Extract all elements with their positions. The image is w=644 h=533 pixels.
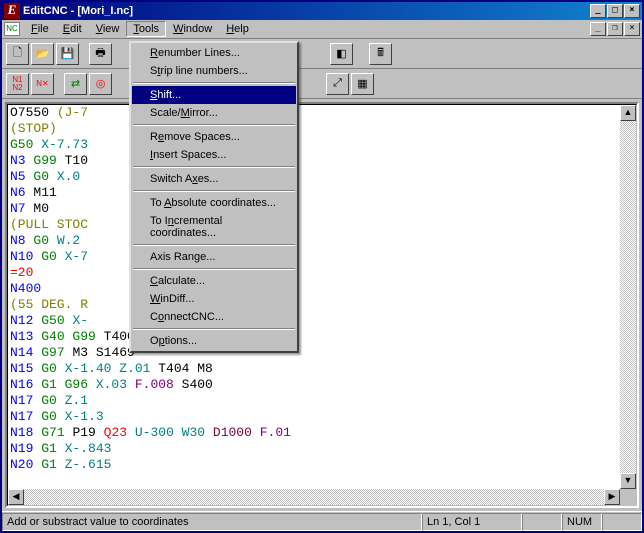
statusbar: Add or substract value to coordinates Ln…: [2, 511, 642, 531]
menu-connectcnc[interactable]: ConnectCNC...ConnectCNC...: [132, 308, 296, 326]
app-icon: E: [4, 3, 20, 19]
menu-axis-range[interactable]: Axis Range...Axis Range...: [132, 248, 296, 266]
editor-area: O7550 (J-7(STOP)G50 X-7.73N3 G99 T10N5 G…: [2, 99, 642, 511]
print-button[interactable]: 🖶: [89, 43, 112, 65]
menu-view[interactable]: ViewView: [89, 21, 127, 37]
scroll-left-button[interactable]: ◀: [8, 489, 24, 505]
strip-button[interactable]: N✕: [31, 73, 54, 95]
menu-remove-spaces[interactable]: Remove Spaces...Remove Spaces...: [132, 128, 296, 146]
window-title: EditCNC - [Mori_I.nc]: [23, 5, 133, 17]
status-hint: Add or substract value to coordinates: [2, 513, 422, 531]
scroll-track-h[interactable]: [24, 489, 604, 505]
menu-window[interactable]: WindowWindow: [166, 21, 219, 37]
maximize-button[interactable]: □: [607, 4, 623, 18]
status-position: Ln 1, Col 1: [422, 513, 522, 531]
code-editor[interactable]: O7550 (J-7(STOP)G50 X-7.73N3 G99 T10N5 G…: [8, 105, 636, 473]
menu-file[interactable]: FFileile: [24, 21, 56, 37]
tools-dropdown: Renumber Lines...Renumber Lines... Strip…: [129, 41, 299, 353]
scroll-down-button[interactable]: ▼: [620, 473, 636, 489]
horizontal-scrollbar[interactable]: ◀ ▶: [8, 489, 620, 505]
menubar: NC FFileile EditEdit ViewView ToolsTools…: [2, 20, 642, 39]
mdi-doc-icon[interactable]: NC: [4, 22, 20, 36]
mdi-restore-button[interactable]: ❐: [607, 22, 623, 36]
vertical-scrollbar[interactable]: ▲ ▼: [620, 105, 636, 489]
menu-strip-line-numbers[interactable]: Strip line numbers...Strip line numbers.…: [132, 62, 296, 80]
menu-switch-axes[interactable]: Switch Axes...Switch Axes...: [132, 170, 296, 188]
menu-separator: [133, 244, 295, 246]
status-spare1: [522, 513, 562, 531]
close-button[interactable]: ×: [624, 4, 640, 18]
status-num: NUM: [562, 513, 602, 531]
new-button[interactable]: 🗋: [6, 43, 29, 65]
menu-separator: [133, 268, 295, 270]
menu-edit[interactable]: EditEdit: [56, 21, 89, 37]
scroll-corner: [620, 489, 636, 505]
scroll-track-v[interactable]: [620, 121, 636, 473]
menu-to-incremental[interactable]: To Incremental coordinates...To Incremen…: [132, 212, 296, 242]
status-spare2: [602, 513, 642, 531]
menu-separator: [133, 124, 295, 126]
menu-help[interactable]: HelpHelp: [219, 21, 256, 37]
renumber-button[interactable]: N1N2: [6, 73, 29, 95]
menu-separator: [133, 328, 295, 330]
menu-separator: [133, 190, 295, 192]
window-controls: _ □ ×: [589, 4, 640, 18]
titlebar[interactable]: E EditCNC - [Mori_I.nc] _ □ ×: [2, 2, 642, 20]
toolbar-main: 🗋 📂 💾 🖶 ◧ 🖩: [2, 39, 642, 69]
calculator-button[interactable]: 🖩: [369, 43, 392, 65]
tool-btn-a[interactable]: ◧: [330, 43, 353, 65]
open-button[interactable]: 📂: [31, 43, 54, 65]
menu-renumber-lines[interactable]: Renumber Lines...Renumber Lines...: [132, 44, 296, 62]
menu-separator: [133, 166, 295, 168]
menu-windiff[interactable]: WinDiff...WinDiff...: [132, 290, 296, 308]
coords-button[interactable]: ▦: [351, 73, 374, 95]
axes-button[interactable]: ⤢: [326, 73, 349, 95]
save-button[interactable]: 💾: [56, 43, 79, 65]
menu-calculate[interactable]: Calculate...Calculate...: [132, 272, 296, 290]
menu-scale-mirror[interactable]: Scale/Mirror...Scale/Mirror...: [132, 104, 296, 122]
scroll-right-button[interactable]: ▶: [604, 489, 620, 505]
editor-frame: O7550 (J-7(STOP)G50 X-7.73N3 G99 T10N5 G…: [5, 102, 639, 508]
scale-button[interactable]: ◎: [89, 73, 112, 95]
menu-tools[interactable]: ToolsTools: [126, 21, 166, 37]
mdi-close-button[interactable]: ×: [624, 22, 640, 36]
minimize-button[interactable]: _: [590, 4, 606, 18]
shift-button[interactable]: ⇄: [64, 73, 87, 95]
menu-to-absolute[interactable]: To Absolute coordinates...To Absolute co…: [132, 194, 296, 212]
scroll-up-button[interactable]: ▲: [620, 105, 636, 121]
menu-insert-spaces[interactable]: Insert Spaces...Insert Spaces...: [132, 146, 296, 164]
mdi-minimize-button[interactable]: _: [590, 22, 606, 36]
toolbar-secondary: N1N2 N✕ ⇄ ◎ ⤢ ▦: [2, 69, 642, 99]
menu-options[interactable]: Options...Options...: [132, 332, 296, 350]
menu-shift[interactable]: Shift...Shift...: [132, 86, 296, 104]
window-frame: E EditCNC - [Mori_I.nc] _ □ × NC FFileil…: [0, 0, 644, 533]
menu-separator: [133, 82, 295, 84]
